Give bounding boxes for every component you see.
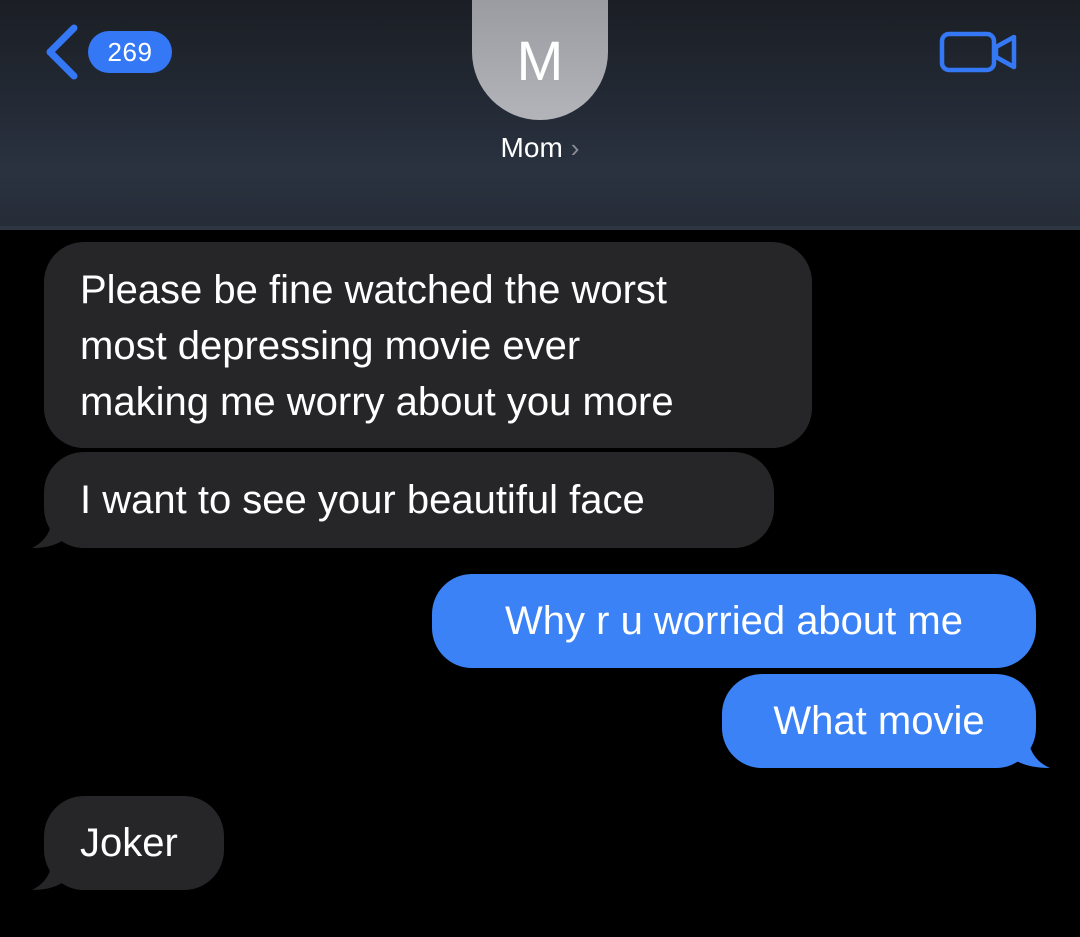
message-text: Please be fine watched the worst most de… <box>80 262 674 430</box>
messages-screen: 269 M Mom › Please be fine watched the w… <box>0 0 1080 937</box>
bubble-tail <box>32 516 68 548</box>
chevron-left-icon <box>46 24 78 80</box>
unread-count-badge: 269 <box>88 31 172 73</box>
outgoing-message-bubble[interactable]: Why r u worried about me <box>432 574 1036 668</box>
message-text: Joker <box>80 821 178 865</box>
back-button[interactable]: 269 <box>40 20 190 84</box>
avatar-initial: M <box>516 28 564 92</box>
incoming-message-bubble[interactable]: Joker <box>44 796 224 890</box>
video-camera-icon[interactable] <box>938 28 1020 76</box>
chevron-right-icon: › <box>570 132 580 163</box>
message-line: making me worry about you more <box>80 380 674 424</box>
bubble-tail <box>1010 734 1050 768</box>
bubble-tail <box>32 858 68 890</box>
conversation-header: 269 M Mom › <box>0 0 1080 228</box>
contact-name-button[interactable]: Mom › <box>440 132 640 164</box>
incoming-message-bubble[interactable]: I want to see your beautiful face <box>44 452 774 548</box>
outgoing-message-bubble[interactable]: What movie <box>722 674 1036 768</box>
contact-avatar[interactable]: M <box>472 0 608 120</box>
contact-name-label: Mom <box>500 132 563 163</box>
message-text: What movie <box>773 699 985 743</box>
header-divider <box>0 226 1080 230</box>
incoming-message-bubble[interactable]: Please be fine watched the worst most de… <box>44 242 812 448</box>
message-text: Why r u worried about me <box>505 599 963 643</box>
message-line: most depressing movie ever <box>80 324 581 368</box>
message-text: I want to see your beautiful face <box>80 478 645 522</box>
message-line: Please be fine watched the worst <box>80 268 668 312</box>
